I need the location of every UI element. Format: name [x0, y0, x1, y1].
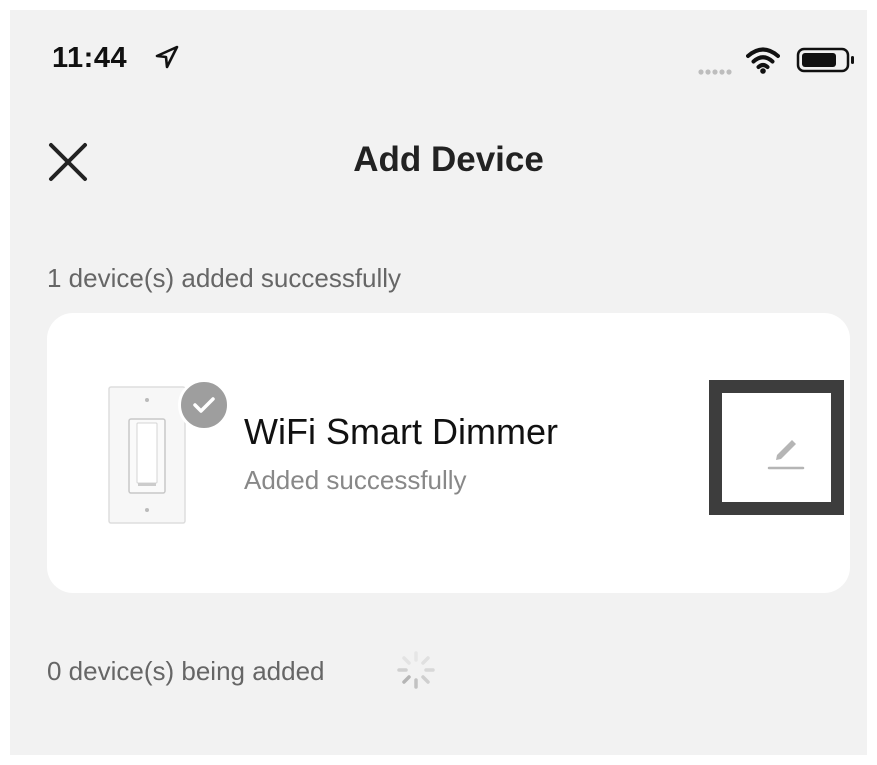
check-badge: [178, 379, 230, 431]
check-icon: [193, 397, 215, 413]
loading-spinner-icon: [397, 651, 435, 689]
status-bar: 11:44: [10, 10, 867, 110]
battery-icon: [796, 47, 854, 73]
added-count-label: 1 device(s) added successfully: [47, 263, 402, 293]
adding-count-label: 0 device(s) being added: [47, 656, 325, 686]
edit-device-button[interactable]: [709, 380, 844, 515]
page-title: Add Device: [353, 140, 544, 179]
edit-pencil-icon: [767, 440, 805, 470]
location-arrow-icon: [155, 45, 179, 69]
status-time: 11:44: [52, 42, 128, 74]
add-device-screen: 11:44 Add Device 1 device(s) added succe…: [10, 10, 867, 755]
device-name: WiFi Smart Dimmer: [244, 411, 558, 452]
device-card[interactable]: WiFi Smart Dimmer Added successfully: [47, 313, 850, 593]
device-status: Added successfully: [244, 465, 467, 495]
cellular-signal-icon: [698, 69, 732, 75]
wifi-icon: [746, 47, 780, 74]
